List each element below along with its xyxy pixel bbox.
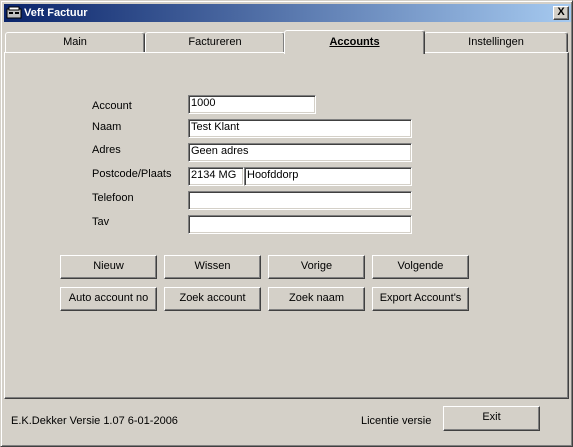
exit-button-label: Exit [482, 411, 501, 423]
account-field[interactable]: 1000 [188, 95, 316, 114]
zoek-naam-button[interactable]: Zoek naam [268, 287, 365, 311]
volgende-button-label: Volgende [397, 260, 444, 272]
tab-main-label: Main [63, 36, 87, 48]
app-window: Veft Factuur X Main Factureren Accounts … [0, 0, 573, 447]
naam-label: Naam [92, 121, 122, 133]
export-accounts-button-label: Export Account's [379, 292, 462, 304]
vorige-button[interactable]: Vorige [268, 255, 365, 279]
tab-instellingen[interactable]: Instellingen [424, 32, 568, 52]
tab-instellingen-label: Instellingen [468, 36, 524, 48]
adres-field[interactable]: Geen adres [188, 143, 412, 162]
window-title: Veft Factuur [24, 7, 88, 19]
accounts-panel: Account 1000 Naam Test Klant Adres Geen … [4, 52, 569, 399]
exit-button[interactable]: Exit [443, 406, 540, 431]
nieuw-button[interactable]: Nieuw [60, 255, 157, 279]
wissen-button[interactable]: Wissen [164, 255, 261, 279]
close-button[interactable]: X [553, 6, 569, 20]
close-icon: X [557, 6, 565, 18]
tab-factureren[interactable]: Factureren [145, 32, 285, 52]
zoek-naam-button-label: Zoek naam [288, 292, 345, 304]
title-bar[interactable]: Veft Factuur X [4, 4, 571, 22]
postcode-plaats-label: Postcode/Plaats [92, 168, 172, 180]
tab-main[interactable]: Main [5, 32, 145, 52]
telefoon-field[interactable] [188, 191, 412, 210]
tav-label: Tav [92, 216, 110, 228]
adres-label: Adres [92, 144, 121, 156]
wissen-button-label: Wissen [194, 260, 231, 272]
tav-field[interactable] [188, 215, 412, 234]
tab-factureren-label: Factureren [188, 36, 242, 48]
telefoon-label: Telefoon [92, 192, 134, 204]
zoek-account-button-label: Zoek account [179, 292, 246, 304]
app-icon [6, 6, 22, 19]
export-accounts-button[interactable]: Export Account's [372, 287, 469, 311]
auto-account-no-button[interactable]: Auto account no [60, 287, 157, 311]
account-label: Account [92, 100, 132, 112]
auto-account-no-button-label: Auto account no [68, 292, 149, 304]
author-version-text: E.K.Dekker Versie 1.07 6-01-2006 [11, 415, 178, 427]
licence-text: Licentie versie [361, 415, 432, 427]
volgende-button[interactable]: Volgende [372, 255, 469, 279]
nieuw-button-label: Nieuw [93, 260, 124, 272]
postcode-field[interactable]: 2134 MG [188, 167, 244, 186]
tab-accounts-label: Accounts [329, 36, 380, 48]
tab-accounts[interactable]: Accounts [284, 30, 425, 54]
naam-field[interactable]: Test Klant [188, 119, 412, 138]
vorige-button-label: Vorige [300, 260, 333, 272]
zoek-account-button[interactable]: Zoek account [164, 287, 261, 311]
plaats-field[interactable]: Hoofddorp [244, 167, 412, 186]
